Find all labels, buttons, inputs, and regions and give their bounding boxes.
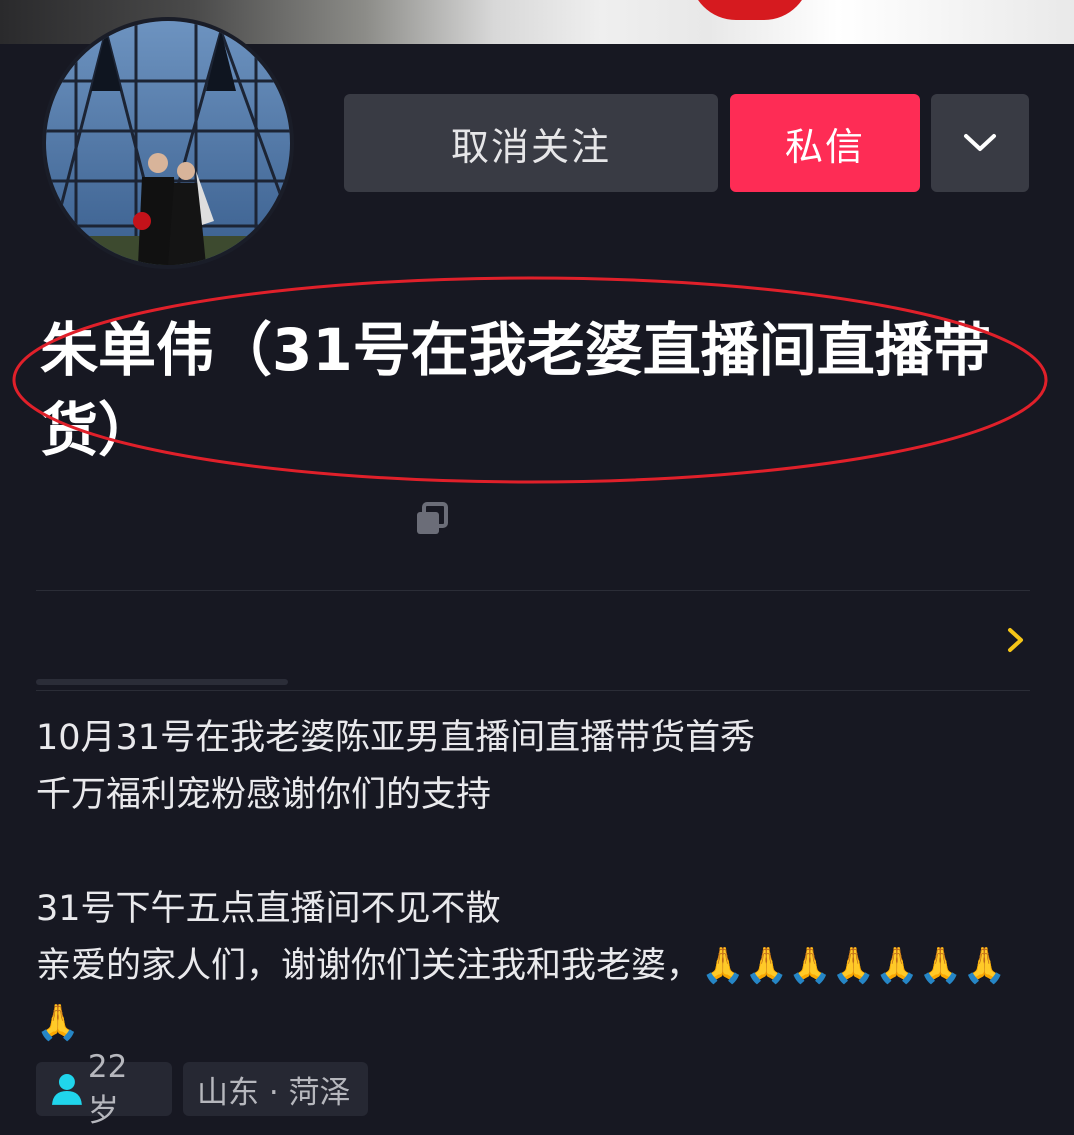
- avatar[interactable]: [42, 17, 294, 269]
- avatar-photo: [46, 21, 290, 265]
- more-options-button[interactable]: [931, 94, 1029, 192]
- message-button[interactable]: 私信: [730, 94, 920, 192]
- copy-icon[interactable]: [414, 502, 450, 536]
- chevron-right-icon[interactable]: [1006, 626, 1026, 654]
- profile-page: 取消关注 私信 朱单伟（31号在我老婆直播间直播带货） 10月31号在我老婆陈亚…: [0, 0, 1074, 1135]
- message-button-label: 私信: [784, 124, 865, 169]
- divider: [36, 690, 1030, 691]
- age-value: 22岁: [87, 1048, 128, 1129]
- profile-bio: 10月31号在我老婆陈亚男直播间直播带货首秀 千万福利宠粉感谢你们的支持 31号…: [36, 718, 1007, 1043]
- location-tag: 山东 · 菏泽: [183, 1062, 368, 1116]
- chevron-down-icon: [964, 134, 996, 151]
- age-tag: 22岁: [36, 1049, 172, 1129]
- person-icon: [51, 1074, 82, 1105]
- profile-name: 朱单伟（31号在我老婆直播间直播带货）: [40, 316, 991, 464]
- divider: [36, 590, 1030, 591]
- unfollow-button[interactable]: 取消关注: [344, 94, 718, 192]
- cover-photo-detail: [690, 0, 810, 20]
- location-value: 山东 · 菏泽: [197, 1074, 351, 1111]
- unfollow-button-label: 取消关注: [450, 124, 611, 169]
- placeholder-bar: [36, 679, 288, 685]
